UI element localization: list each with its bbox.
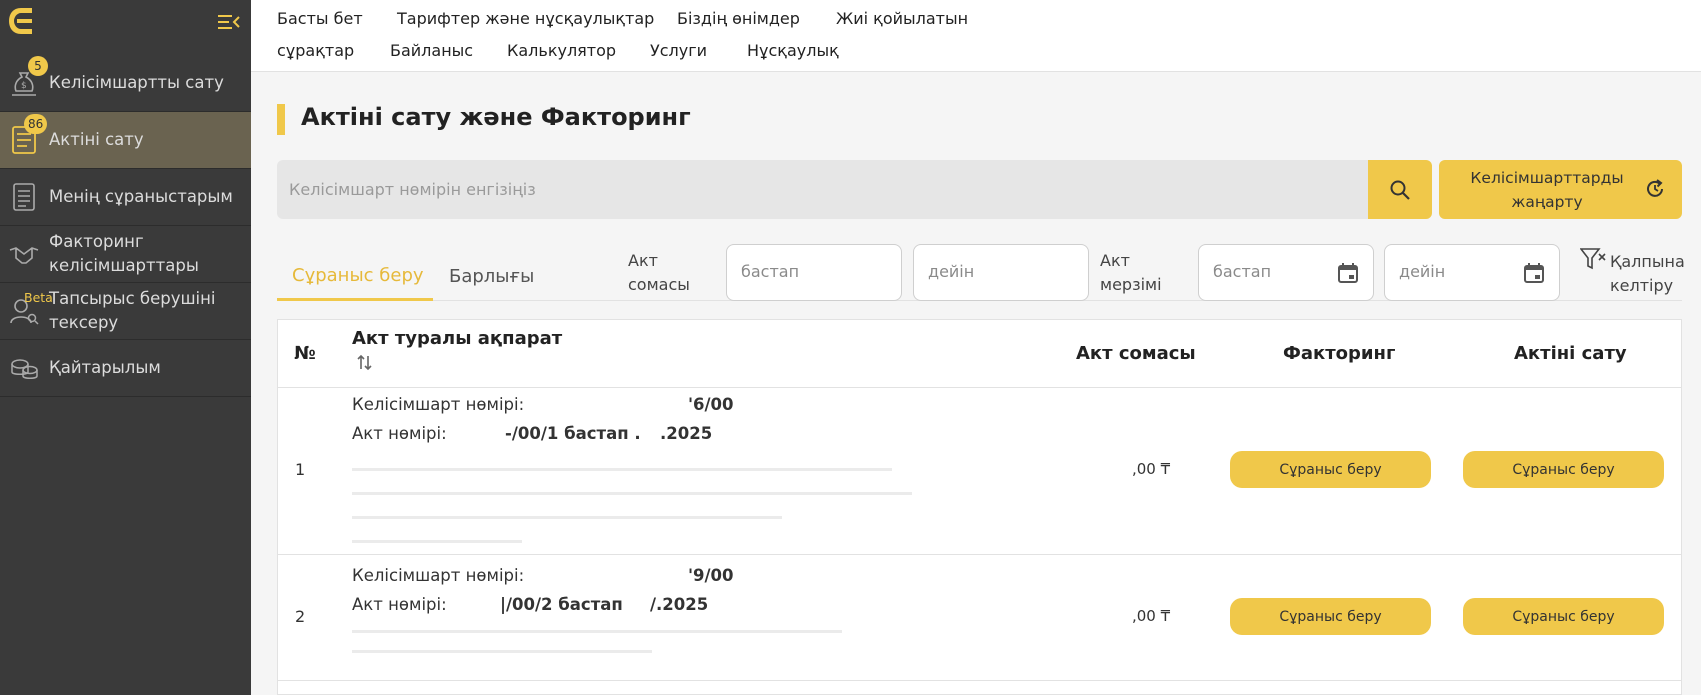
redacted-text	[352, 630, 842, 633]
row-number: 1	[295, 460, 306, 479]
row-divider	[278, 554, 1681, 555]
contract-number-value: '6/00	[688, 395, 734, 414]
act-date: /.2025	[650, 595, 709, 614]
placeholder: бастап	[741, 262, 800, 281]
sidebar-item-label: Қайтарылым	[49, 358, 161, 377]
row-number: 2	[295, 607, 306, 626]
placeholder: бастап	[1213, 262, 1272, 281]
sidebar-item-my-requests[interactable]: Менің сұраныстарым	[0, 169, 251, 226]
contract-number-label: Келісімшарт нөмірі:	[352, 566, 525, 585]
reset-label: Қалпына келтіру	[1610, 252, 1685, 295]
nav-link-calculator[interactable]: Калькулятор	[507, 41, 616, 60]
nav-link-contact[interactable]: Байланыс	[390, 41, 473, 60]
contract-search-input[interactable]	[277, 160, 1368, 219]
nav-link-products[interactable]: Біздің өнімдер	[677, 9, 800, 28]
act-number-value: -/00/1 бастап .	[505, 424, 641, 443]
act-amount: ,00 ₸	[1132, 607, 1171, 625]
act-date: .2025	[660, 424, 713, 443]
term-to-input[interactable]: дейін	[1384, 244, 1560, 301]
badge-count: 5	[28, 56, 48, 76]
sidebar-item-customer-check[interactable]: Beta Тапсырыс берушіні тексеру	[0, 283, 251, 340]
search-bar	[277, 160, 1368, 219]
act-amount: ,00 ₸	[1132, 460, 1171, 478]
document-icon	[8, 181, 40, 213]
col-header-factoring: Факторинг	[1283, 343, 1396, 364]
sidebar-item-contract-sale[interactable]: $ 5 Келісімшартты сату	[0, 55, 251, 112]
calendar-icon[interactable]	[1523, 262, 1545, 284]
col-header-act-info[interactable]: Акт туралы ақпарат	[352, 328, 562, 349]
row-divider	[278, 680, 1681, 681]
nav-link-faq-cont[interactable]: сұрақтар	[277, 41, 354, 60]
search-button[interactable]	[1368, 160, 1432, 219]
sidebar-item-label: Актіні сату	[49, 130, 144, 149]
collapse-menu-icon[interactable]	[218, 12, 240, 32]
factoring-request-button[interactable]: Сұраныс беру	[1230, 451, 1431, 488]
redacted-text	[352, 650, 652, 653]
redacted-text	[352, 516, 782, 519]
act-number-label: Акт нөмірі:	[352, 595, 447, 614]
refresh-label: Келісімшарттарды жаңарту	[1470, 169, 1624, 211]
nav-link-guide[interactable]: Нұсқаулық	[747, 41, 839, 60]
app-logo[interactable]	[8, 7, 34, 35]
calendar-icon[interactable]	[1337, 262, 1359, 284]
sidebar-item-returns[interactable]: Қайтарылым	[0, 340, 251, 397]
amount-from-input[interactable]: бастап	[726, 244, 902, 301]
sidebar: $ 5 Келісімшартты сату 86 Актіні сату Ме…	[0, 0, 251, 695]
handshake-icon	[8, 238, 40, 270]
contract-number-label: Келісімшарт нөмірі:	[352, 395, 525, 414]
nav-link-faq[interactable]: Жиі қойылатын	[836, 9, 968, 28]
term-from-input[interactable]: бастап	[1198, 244, 1374, 301]
sidebar-item-act-sale[interactable]: 86 Актіні сату	[0, 112, 251, 169]
search-icon	[1390, 180, 1410, 200]
sidebar-item-factoring-contracts[interactable]: Факторинг келісімшарттары	[0, 226, 251, 283]
act-number-value: |/00/2 бастап	[500, 595, 623, 614]
term-filter-label: Акт мерзімі	[1100, 251, 1162, 294]
contract-number-value: '9/00	[688, 566, 734, 585]
filter-clear-icon	[1579, 246, 1606, 274]
sale-request-button[interactable]: Сұраныс беру	[1463, 598, 1664, 635]
nav-link-services[interactable]: Услуги	[650, 41, 707, 60]
nav-link-tariffs[interactable]: Тарифтер және нұсқаулықтар	[397, 9, 654, 28]
sidebar-item-label: Менің сұраныстарым	[49, 187, 233, 206]
placeholder: дейін	[928, 262, 975, 281]
badge-count: 86	[24, 114, 48, 134]
amount-filter-label: Акт сомасы	[628, 251, 690, 294]
redacted-text	[352, 540, 522, 543]
col-header-num: №	[294, 343, 316, 364]
sidebar-nav: $ 5 Келісімшартты сату 86 Актіні сату Ме…	[0, 55, 251, 397]
sidebar-item-label: Факторинг келісімшарттары	[49, 232, 199, 275]
tab-request[interactable]: Сұраныс беру	[292, 265, 424, 286]
reset-filters-button[interactable]: Қалпына келтіру	[1579, 246, 1685, 298]
sidebar-item-label: Тапсырыс берушіні тексеру	[49, 289, 216, 332]
amount-to-input[interactable]: дейін	[913, 244, 1089, 301]
page-title: Актіні сату және Факторинг	[301, 103, 691, 131]
coins-icon	[8, 352, 40, 384]
factoring-request-button[interactable]: Сұраныс беру	[1230, 598, 1431, 635]
placeholder: дейін	[1399, 262, 1446, 281]
svg-text:$: $	[21, 81, 27, 91]
nav-link-home[interactable]: Басты бет	[277, 9, 363, 28]
acts-table	[277, 319, 1682, 695]
active-tab-indicator	[277, 298, 433, 301]
sale-request-button[interactable]: Сұраныс беру	[1463, 451, 1664, 488]
act-number-label: Акт нөмірі:	[352, 424, 447, 443]
refresh-contracts-button[interactable]: Келісімшарттарды жаңарту	[1439, 160, 1682, 219]
title-accent	[277, 104, 285, 135]
col-header-sale: Актіні сату	[1514, 343, 1627, 364]
col-header-amount: Акт сомасы	[1076, 343, 1196, 364]
sidebar-item-label: Келісімшартты сату	[49, 73, 224, 92]
redacted-text	[352, 492, 912, 495]
redacted-text	[352, 468, 892, 471]
top-navigation: Басты бет Тарифтер және нұсқаулықтар Біз…	[251, 0, 1701, 72]
refresh-icon	[1644, 178, 1666, 200]
sort-icon[interactable]	[355, 353, 375, 373]
tab-all[interactable]: Барлығы	[449, 266, 534, 287]
header-divider	[278, 387, 1681, 388]
